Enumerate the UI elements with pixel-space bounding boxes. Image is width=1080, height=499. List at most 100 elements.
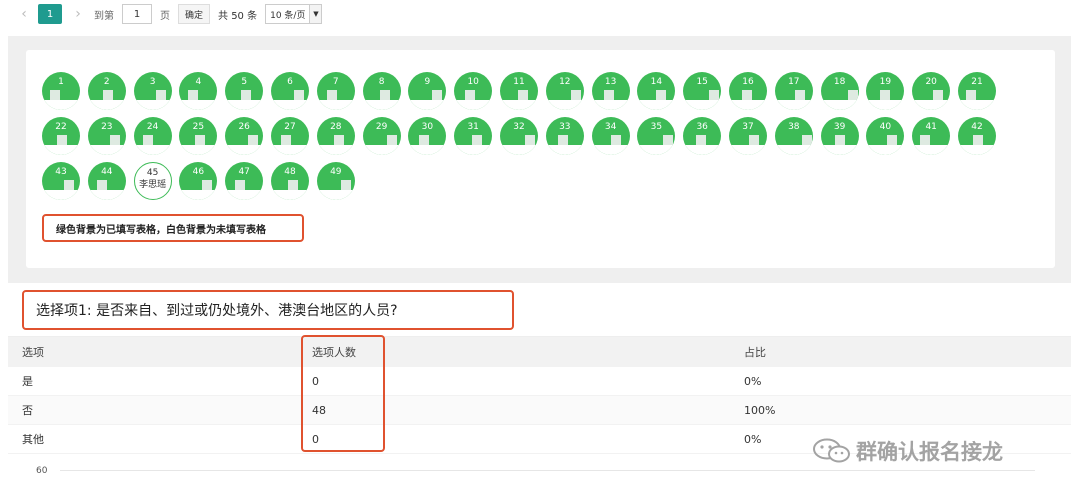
redaction-mask (958, 100, 996, 110)
participant-circle[interactable]: 2 (87, 72, 126, 110)
chart-gridline (60, 470, 1035, 471)
participant-number: 25 (192, 122, 205, 132)
participant-circle[interactable]: 30 (408, 117, 447, 155)
redaction-mask (545, 100, 584, 110)
participant-number: 37 (742, 122, 754, 132)
redaction-mask (525, 135, 535, 145)
participant-circle[interactable]: 35 (637, 117, 676, 155)
participant-number: 39 (833, 122, 846, 132)
redaction-mask (288, 180, 298, 190)
participant-circle[interactable]: 17 (774, 72, 813, 110)
participant-circle[interactable]: 42 (958, 117, 996, 155)
participant-number: 7 (332, 77, 339, 87)
participant-circle[interactable]: 6 (271, 72, 309, 110)
redaction-mask (912, 100, 951, 110)
redaction-mask (637, 100, 676, 110)
chevron-left-icon[interactable]: ‹ (16, 6, 32, 22)
participant-circle[interactable]: 45 李思瑶 (133, 162, 172, 200)
participant-circle[interactable]: 38 (774, 117, 813, 155)
count-column-highlight (301, 335, 385, 452)
redaction-mask (847, 90, 858, 100)
participant-circle[interactable]: 7 (316, 72, 355, 110)
header-ratio: 占比 (744, 346, 766, 359)
participant-circle[interactable]: 16 (729, 72, 767, 110)
participant-number: 12 (559, 77, 571, 87)
participant-circle[interactable]: 23 (87, 117, 126, 155)
participant-circle[interactable]: 31 (454, 117, 493, 155)
participant-circle[interactable]: 24 (133, 117, 172, 155)
redaction-mask (42, 145, 80, 155)
redaction-mask (133, 145, 172, 155)
participant-circle[interactable]: 43 (42, 162, 80, 200)
participant-circle[interactable]: 10 (454, 72, 493, 110)
redaction-mask (683, 145, 722, 155)
participant-circle[interactable]: 44 (87, 162, 126, 200)
participant-circle[interactable]: 34 (591, 117, 630, 155)
participant-circle[interactable]: 49 (316, 162, 355, 200)
goto-page-input[interactable] (122, 4, 152, 24)
participant-number: 21 (971, 77, 983, 87)
participant-number: 17 (788, 77, 800, 87)
participant-circle[interactable]: 5 (225, 72, 264, 110)
participant-circle[interactable]: 3 (133, 72, 172, 110)
confirm-button[interactable]: 确定 (178, 4, 211, 24)
participant-circle[interactable]: 36 (683, 117, 722, 155)
redaction-mask (225, 100, 264, 110)
participant-circle[interactable]: 27 (271, 117, 309, 155)
redaction-mask (729, 100, 767, 110)
table-row: 是 0 0% (8, 367, 1071, 396)
pagination-bar: ‹ 1 › 到第 页 确定 共 50 条 10 条/页 ▼ (0, 0, 1080, 28)
page-size-value: 10 条/页 (270, 10, 306, 21)
participant-circle[interactable]: 11 (500, 72, 538, 110)
participant-circle[interactable]: 39 (820, 117, 859, 155)
redaction-mask (557, 135, 568, 145)
redaction-mask (142, 135, 153, 145)
participant-circle[interactable]: 28 (316, 117, 355, 155)
participant-circle[interactable]: 48 (271, 162, 309, 200)
participant-circle[interactable]: 40 (866, 117, 905, 155)
participant-circle[interactable]: 26 (225, 117, 264, 155)
page-size-select[interactable]: 10 条/页 ▼ (265, 4, 323, 24)
participant-circle[interactable]: 15 (683, 72, 722, 110)
page-button-current[interactable]: 1 (38, 4, 62, 24)
redaction-mask (656, 90, 667, 100)
participant-circle[interactable]: 47 (225, 162, 264, 200)
participant-number: 44 (101, 167, 113, 177)
participant-circle[interactable]: 9 (408, 72, 447, 110)
redaction-mask (281, 135, 291, 145)
participant-circle[interactable]: 22 (42, 117, 80, 155)
participant-circle[interactable]: 29 (362, 117, 401, 155)
participant-number: 2 (103, 77, 110, 87)
participant-circle[interactable]: 13 (591, 72, 630, 110)
participant-circle[interactable]: 19 (866, 72, 905, 110)
participant-circle[interactable]: 37 (729, 117, 767, 155)
wechat-icon (813, 438, 850, 463)
redaction-mask (958, 145, 996, 155)
participant-circle[interactable]: 12 (545, 72, 584, 110)
participant-circle[interactable]: 21 (958, 72, 996, 110)
participant-circle[interactable]: 14 (637, 72, 676, 110)
redaction-mask (408, 145, 447, 155)
participant-circle[interactable]: 20 (912, 72, 951, 110)
participant-circle[interactable]: 41 (912, 117, 951, 155)
participant-circle[interactable]: 32 (500, 117, 538, 155)
redaction-mask (241, 90, 252, 100)
redaction-mask (179, 100, 218, 110)
participant-circle[interactable]: 25 (179, 117, 218, 155)
participant-circle[interactable]: 4 (179, 72, 218, 110)
redaction-mask (316, 145, 355, 155)
y-axis-tick: 60 (36, 466, 48, 476)
chevron-right-icon[interactable]: › (70, 6, 86, 22)
participant-circle[interactable]: 46 (179, 162, 218, 200)
redaction-mask (362, 100, 401, 110)
participant-number: 33 (559, 122, 571, 132)
participant-circle[interactable]: 1 (42, 72, 80, 110)
total-count: 共 50 条 (218, 10, 258, 22)
participant-circle[interactable]: 18 (820, 72, 859, 110)
redaction-mask (42, 190, 80, 200)
redaction-mask (973, 135, 983, 145)
participant-number: 8 (378, 77, 385, 87)
participant-circle[interactable]: 8 (362, 72, 401, 110)
participant-circle[interactable]: 33 (545, 117, 584, 155)
redaction-mask (432, 90, 443, 100)
